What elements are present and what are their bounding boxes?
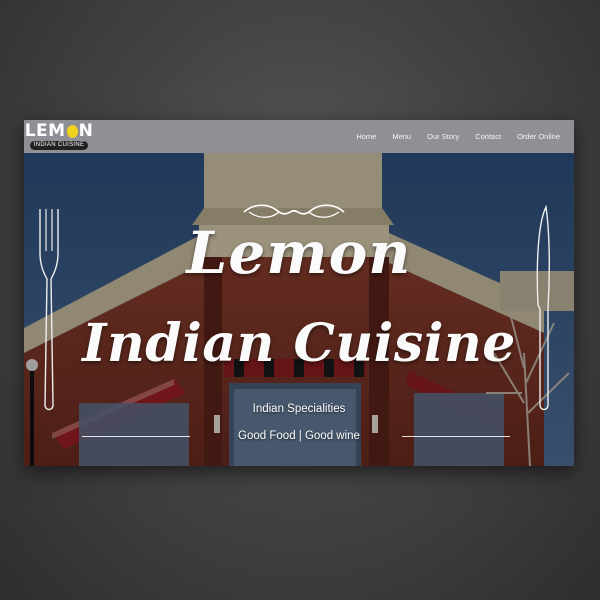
lemon-logo[interactable]: LEM N INDIAN CUISINE (25, 123, 93, 150)
nav-our-story[interactable]: Our Story (427, 132, 459, 141)
nav-menu-link[interactable]: Menu (392, 132, 411, 141)
website-screenshot: LEM N INDIAN CUISINE Home Menu Our Story … (24, 120, 574, 466)
hero-title-indian-cuisine: Indian Cuisine (82, 313, 516, 374)
hero-dim-overlay (24, 153, 574, 466)
logo-word-end: N (78, 121, 94, 141)
logo-wordmark: LEM N (25, 123, 94, 140)
nav-order-online[interactable]: Order Online (517, 132, 560, 141)
hero-section: Lemon Indian Cuisine Indian Specialities… (24, 153, 574, 466)
hero-title-lemon: Lemon (186, 219, 412, 287)
logo-subtitle: INDIAN CUISINE (29, 141, 89, 150)
lemon-icon (66, 125, 78, 138)
hero-subtitle-specialities: Indian Specialities (252, 403, 346, 415)
nav-menu: Home Menu Our Story Contact Order Online (340, 132, 560, 141)
hero-subtitle-tagline: Good Food | Good wine (238, 430, 360, 442)
top-navbar: LEM N INDIAN CUISINE Home Menu Our Story … (24, 120, 574, 153)
nav-contact[interactable]: Contact (475, 132, 501, 141)
nav-home[interactable]: Home (356, 132, 376, 141)
logo-word-start: LEM (24, 121, 66, 141)
